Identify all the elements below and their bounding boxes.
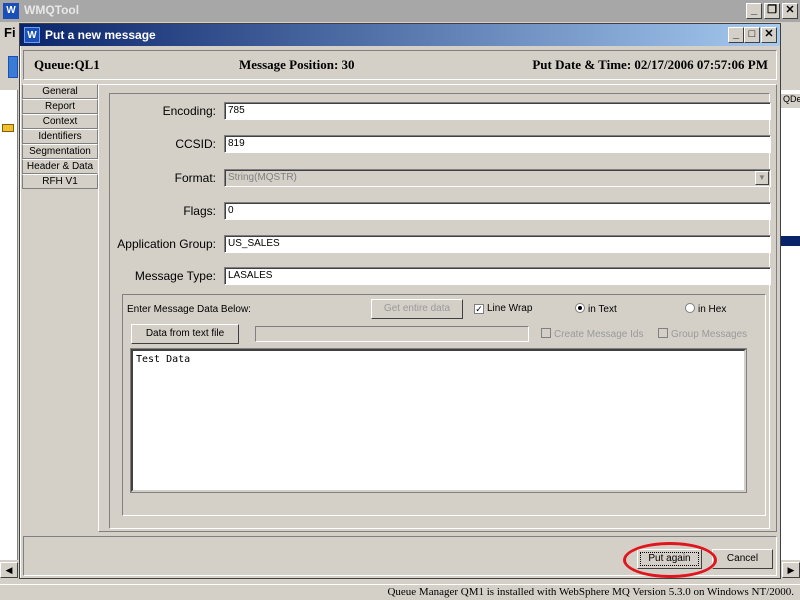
tab-context[interactable]: Context [22, 114, 98, 129]
status-text: Queue Manager QM1 is installed with WebS… [387, 586, 794, 598]
in-text-radio[interactable]: in Text [575, 303, 617, 315]
toolbar-icon[interactable] [8, 56, 18, 78]
message-info-bar: Queue:QL1 Message Position: 30 Put Date … [23, 50, 777, 80]
line-wrap-label: Line Wrap [487, 303, 533, 314]
wmq-app-icon: W [3, 3, 19, 19]
selected-row [781, 236, 800, 246]
application-group-label: Application Group: [117, 237, 216, 251]
checkbox-icon [658, 328, 668, 338]
in-hex-radio[interactable]: in Hex [685, 303, 726, 315]
radio-icon [685, 303, 695, 313]
format-value: String(MQSTR) [228, 172, 297, 183]
cancel-button[interactable]: Cancel [712, 549, 773, 569]
dialog-titlebar[interactable]: W Put a new message _ □ ✕ [20, 24, 780, 46]
tab-identifiers[interactable]: Identifiers [22, 129, 98, 144]
encoding-label: Encoding: [162, 104, 216, 118]
app-title: WMQTool [24, 3, 80, 17]
put-datetime: Put Date & Time: 02/17/2006 07:57:06 PM [532, 57, 768, 72]
flags-input[interactable]: 0 [224, 202, 771, 220]
line-wrap-checkbox[interactable]: ✓ Line Wrap [474, 303, 532, 314]
wmq-dialog-icon: W [24, 27, 40, 43]
dialog-maximize-button[interactable]: □ [744, 27, 760, 43]
create-message-ids-label: Create Message Ids [554, 329, 644, 340]
app-right-panel[interactable]: QDe [780, 90, 800, 560]
folder-icon [2, 124, 14, 132]
checkmark-icon: ✓ [474, 304, 484, 314]
put-message-dialog: W Put a new message _ □ ✕ Queue:QL1 Mess… [19, 23, 781, 579]
dialog-minimize-button[interactable]: _ [728, 27, 744, 43]
app-tree-panel[interactable] [0, 90, 18, 560]
queue-name: Queue:QL1 [34, 57, 100, 72]
in-hex-label: in Hex [698, 304, 727, 315]
flags-label: Flags: [183, 204, 216, 218]
format-select: String(MQSTR) ▼ [224, 169, 771, 187]
tab-header-data[interactable]: Header & Data [22, 159, 98, 174]
in-text-label: in Text [588, 304, 617, 315]
checkbox-icon [541, 328, 551, 338]
radio-selected-icon [575, 303, 585, 313]
message-type-label: Message Type: [134, 269, 216, 283]
application-group-input[interactable]: US_SALES [224, 235, 771, 253]
tab-list: General Report Context Identifiers Segme… [22, 84, 98, 189]
column-header: QDe [781, 94, 800, 108]
format-label: Format: [174, 171, 216, 185]
app-minimize-button[interactable]: _ [746, 3, 762, 19]
tab-segmentation[interactable]: Segmentation [22, 144, 98, 159]
tab-report[interactable]: Report [22, 99, 98, 114]
get-entire-data-button[interactable]: Get entire data [371, 299, 463, 319]
data-from-text-file-button[interactable]: Data from text file [131, 324, 239, 344]
chevron-down-icon: ▼ [755, 171, 769, 185]
app-titlebar: W WMQTool _ ❐ ✕ [0, 0, 800, 22]
app-close-button[interactable]: ✕ [782, 3, 798, 19]
app-restore-button[interactable]: ❐ [764, 3, 780, 19]
app-statusbar: Queue Manager QM1 is installed with WebS… [0, 584, 800, 600]
dialog-button-bar: Put again Cancel [23, 536, 777, 578]
ccsid-label: CCSID: [175, 137, 216, 151]
dialog-title: Put a new message [45, 28, 156, 42]
ccsid-input[interactable]: 819 [224, 135, 771, 153]
tab-rfh-v1[interactable]: RFH V1 [22, 174, 98, 189]
message-position: Message Position: 30 [239, 57, 355, 72]
message-data-textarea[interactable]: Test Data [130, 348, 747, 493]
group-messages-label: Group Messages [671, 329, 748, 340]
file-path-field [255, 326, 529, 342]
encoding-input[interactable]: 785 [224, 102, 771, 120]
scroll-left-arrow-icon[interactable]: ◀ [0, 562, 18, 578]
tab-panel: Encoding: 785 CCSID: 819 Format: String(… [98, 84, 777, 532]
menu-file[interactable]: Fi [4, 25, 16, 40]
group-messages-checkbox: Group Messages [658, 328, 747, 340]
message-data-label: Enter Message Data Below: [127, 304, 251, 315]
create-message-ids-checkbox: Create Message Ids [541, 328, 644, 340]
header-data-panel: Encoding: 785 CCSID: 819 Format: String(… [109, 93, 771, 529]
message-data-group: Enter Message Data Below: Get entire dat… [122, 294, 766, 516]
message-type-input[interactable]: LASALES [224, 267, 771, 285]
dialog-close-button[interactable]: ✕ [761, 27, 777, 43]
tab-general[interactable]: General [22, 84, 98, 99]
scroll-right-arrow-icon[interactable]: ▶ [782, 562, 800, 578]
highlight-circle [623, 542, 717, 578]
